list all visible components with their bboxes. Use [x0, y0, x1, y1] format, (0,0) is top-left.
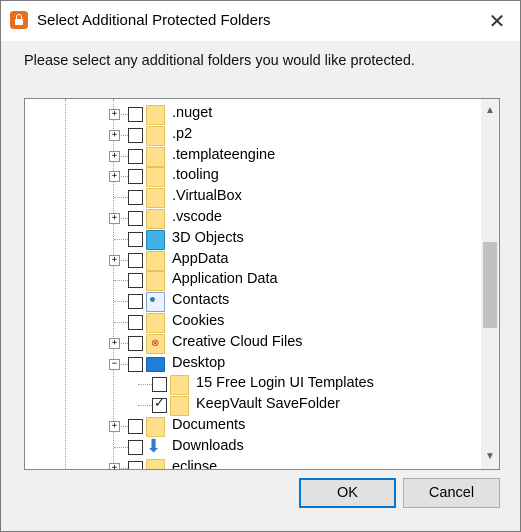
downloads-icon	[146, 436, 163, 457]
tree-item-label: AppData	[172, 250, 229, 267]
folder-icon	[146, 188, 165, 209]
folder-icon	[146, 209, 165, 229]
dialog-window: Select Additional Protected Folders ✕ Pl…	[0, 0, 521, 532]
tree-item-label: .tooling	[172, 167, 219, 184]
folder-checkbox[interactable]	[128, 127, 143, 143]
folder-checkbox[interactable]	[128, 231, 143, 247]
contacts-icon	[146, 292, 165, 313]
tree-item-label: .p2	[172, 125, 193, 142]
folder-tree[interactable]: + .nuget + .p2 + .templateengine + .tooling .Vir…	[24, 98, 500, 470]
expand-icon[interactable]: +	[109, 171, 120, 183]
folder-checkbox[interactable]	[128, 107, 143, 122]
expand-icon[interactable]: +	[109, 150, 120, 162]
title-bar: Select Additional Protected Folders ✕	[1, 1, 520, 41]
tree-item-label: eclipse	[172, 458, 218, 470]
folder-icon	[146, 458, 165, 469]
folder-icon	[146, 313, 165, 333]
tree-item-label: 3D Objects	[172, 229, 244, 246]
tree-item[interactable]: + Creative Cloud Files	[25, 333, 479, 354]
tree-item[interactable]: KeepVault SaveFolder	[25, 395, 479, 417]
tree-item[interactable]: + .tooling	[25, 166, 479, 188]
tree-item-label: KeepVault SaveFolder	[196, 396, 341, 413]
tree-item[interactable]: + .nuget	[25, 104, 479, 125]
tree-item-label: Documents	[172, 417, 246, 433]
tree-item-label: .vscode	[172, 209, 222, 225]
folder-icon	[146, 146, 165, 167]
tree-item[interactable]: Downloads	[25, 436, 479, 458]
keepvault-lock-icon	[10, 11, 28, 29]
tree-item[interactable]: Application Data	[25, 270, 479, 292]
folder-checkbox[interactable]	[128, 211, 143, 226]
folder-checkbox[interactable]	[152, 396, 167, 414]
expand-icon[interactable]: +	[109, 421, 120, 432]
3d-objects-icon	[146, 229, 165, 250]
tree-item-label: .templateengine	[172, 146, 276, 163]
folder-checkbox[interactable]	[128, 419, 143, 434]
folder-checkbox[interactable]	[128, 356, 143, 372]
folder-icon	[146, 105, 165, 125]
folder-checkbox[interactable]	[152, 377, 167, 393]
folder-checkbox[interactable]	[128, 148, 143, 164]
folder-checkbox[interactable]	[128, 439, 143, 455]
folder-icon	[146, 167, 165, 188]
expand-icon[interactable]: +	[109, 129, 120, 141]
folder-checkbox[interactable]	[128, 273, 143, 289]
expand-icon[interactable]: +	[109, 109, 120, 120]
expand-icon[interactable]: +	[109, 254, 120, 266]
scroll-down-arrow-icon[interactable]: ▼	[481, 448, 499, 466]
tree-item-label: Application Data	[172, 271, 278, 288]
tree-item[interactable]: + .templateengine	[25, 146, 479, 167]
tree-item[interactable]: 15 Free Login UI Templates	[25, 374, 479, 396]
cancel-button[interactable]: Cancel	[403, 478, 500, 508]
tree-item-label: Cookies	[172, 313, 225, 329]
expand-icon[interactable]: +	[109, 462, 120, 469]
tree-item-label: Contacts	[172, 292, 230, 309]
folder-checkbox[interactable]	[128, 335, 143, 351]
tree-item[interactable]: + eclipse	[25, 458, 479, 470]
folder-icon	[146, 417, 165, 437]
tree-item[interactable]: + .vscode	[25, 208, 479, 229]
folder-checkbox[interactable]	[128, 294, 143, 310]
close-button[interactable]: ✕	[474, 1, 520, 41]
folder-icon	[146, 271, 165, 292]
expand-icon[interactable]: +	[109, 213, 120, 224]
tree-item-label: Desktop	[172, 354, 226, 371]
desktop-icon	[146, 356, 165, 372]
tree-item-label: 15 Free Login UI Templates	[196, 375, 374, 392]
tree-item[interactable]: Contacts	[25, 291, 479, 313]
ok-button[interactable]: OK	[299, 478, 396, 508]
folder-checkbox[interactable]	[128, 460, 143, 469]
scroll-up-arrow-icon[interactable]: ▲	[481, 102, 499, 120]
folder-icon	[146, 250, 165, 271]
tree-item[interactable]: 3D Objects	[25, 229, 479, 250]
folder-checkbox[interactable]	[128, 315, 143, 330]
tree-item[interactable]: − Desktop	[25, 354, 479, 375]
expand-icon[interactable]: +	[109, 337, 120, 349]
instruction-text: Please select any additional folders you…	[24, 53, 415, 69]
folder-icon	[170, 375, 189, 396]
tree-item-label: .nuget	[172, 105, 213, 121]
folder-icon	[170, 396, 189, 417]
folder-checkbox[interactable]	[128, 190, 143, 206]
folder-checkbox[interactable]	[128, 169, 143, 185]
creative-cloud-icon	[146, 333, 165, 354]
collapse-icon[interactable]: −	[109, 358, 120, 370]
tree-item[interactable]: + Documents	[25, 416, 479, 437]
tree-item[interactable]: + .p2	[25, 125, 479, 146]
tree-item-label: .VirtualBox	[172, 188, 242, 205]
tree-item[interactable]: + AppData	[25, 250, 479, 271]
tree-item-label: Downloads	[172, 437, 244, 454]
scrollbar-thumb[interactable]	[483, 242, 497, 328]
tree-item-label: Creative Cloud Files	[172, 333, 303, 350]
tree-item[interactable]: .VirtualBox	[25, 187, 479, 209]
folder-icon	[146, 125, 165, 146]
vertical-scrollbar[interactable]: ▲ ▼	[481, 99, 499, 469]
tree-item[interactable]: Cookies	[25, 312, 479, 333]
window-title: Select Additional Protected Folders	[37, 12, 271, 29]
folder-checkbox[interactable]	[128, 252, 143, 268]
